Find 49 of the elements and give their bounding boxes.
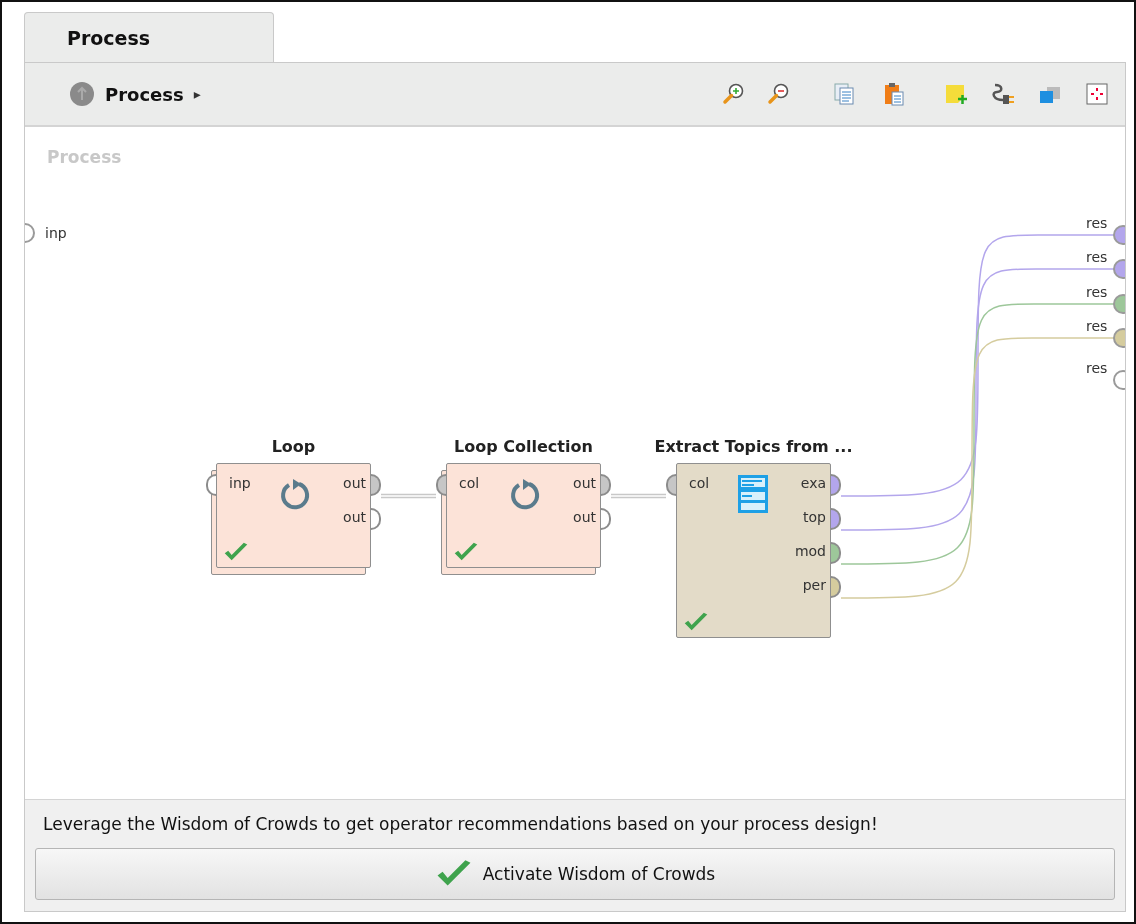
- port-label: per: [802, 577, 826, 593]
- output-port[interactable]: [831, 576, 841, 598]
- connection-line: [380, 493, 437, 499]
- output-port[interactable]: [831, 508, 841, 530]
- operator-title: Loop Collection: [453, 437, 594, 456]
- port-label: res: [1086, 249, 1108, 265]
- output-port[interactable]: [371, 474, 381, 496]
- operator-title: Loop: [270, 437, 317, 456]
- activate-button[interactable]: Activate Wisdom of Crowds: [35, 848, 1115, 900]
- breadcrumb-link[interactable]: Process: [105, 83, 184, 105]
- port-label: res: [1086, 318, 1108, 334]
- document-icon: [737, 474, 769, 514]
- recommendation-text: Leverage the Wisdom of Crowds to get operator recommendations based on your process design!: [42, 814, 879, 834]
- sticky-note-icon: [944, 82, 968, 106]
- port-label: inp: [45, 225, 67, 241]
- port-label: mod: [794, 543, 826, 559]
- operator-box[interactable]: col exa top mod per: [676, 463, 831, 638]
- zoom-out-icon: [767, 82, 791, 106]
- port-label: top: [803, 509, 826, 525]
- port-label: out: [573, 509, 596, 525]
- operator-box[interactable]: inp out out: [216, 463, 371, 568]
- copy-icon: [832, 82, 856, 106]
- operator-title: Extract Topics from ...: [653, 437, 854, 456]
- port-label: res: [1086, 360, 1108, 376]
- paste-icon: [882, 82, 906, 106]
- output-port[interactable]: [601, 508, 611, 530]
- port-label: out: [343, 509, 366, 525]
- breadcrumb-arrow[interactable]: ▸: [193, 86, 201, 102]
- output-port[interactable]: [831, 542, 841, 564]
- process-tab[interactable]: Process: [24, 12, 274, 62]
- output-port[interactable]: [371, 508, 381, 530]
- operator-box[interactable]: col out out: [446, 463, 601, 568]
- plug-icon: [991, 82, 1015, 106]
- port-label: col: [689, 475, 710, 491]
- port-label: out: [343, 475, 366, 491]
- zoom-in-icon: [722, 82, 746, 106]
- input-port[interactable]: [666, 474, 676, 496]
- port-label: out: [573, 475, 596, 491]
- output-port[interactable]: [831, 474, 841, 496]
- port-label: res: [1086, 284, 1108, 300]
- port-label: col: [459, 475, 480, 491]
- output-port[interactable]: [601, 474, 611, 496]
- port-label: exa: [800, 475, 826, 491]
- input-port[interactable]: [436, 474, 446, 496]
- connection-line: [610, 493, 667, 499]
- fit-frame-icon: [1085, 82, 1109, 106]
- port-label: res: [1086, 215, 1108, 231]
- port-label: inp: [229, 475, 251, 491]
- input-port[interactable]: [206, 474, 216, 496]
